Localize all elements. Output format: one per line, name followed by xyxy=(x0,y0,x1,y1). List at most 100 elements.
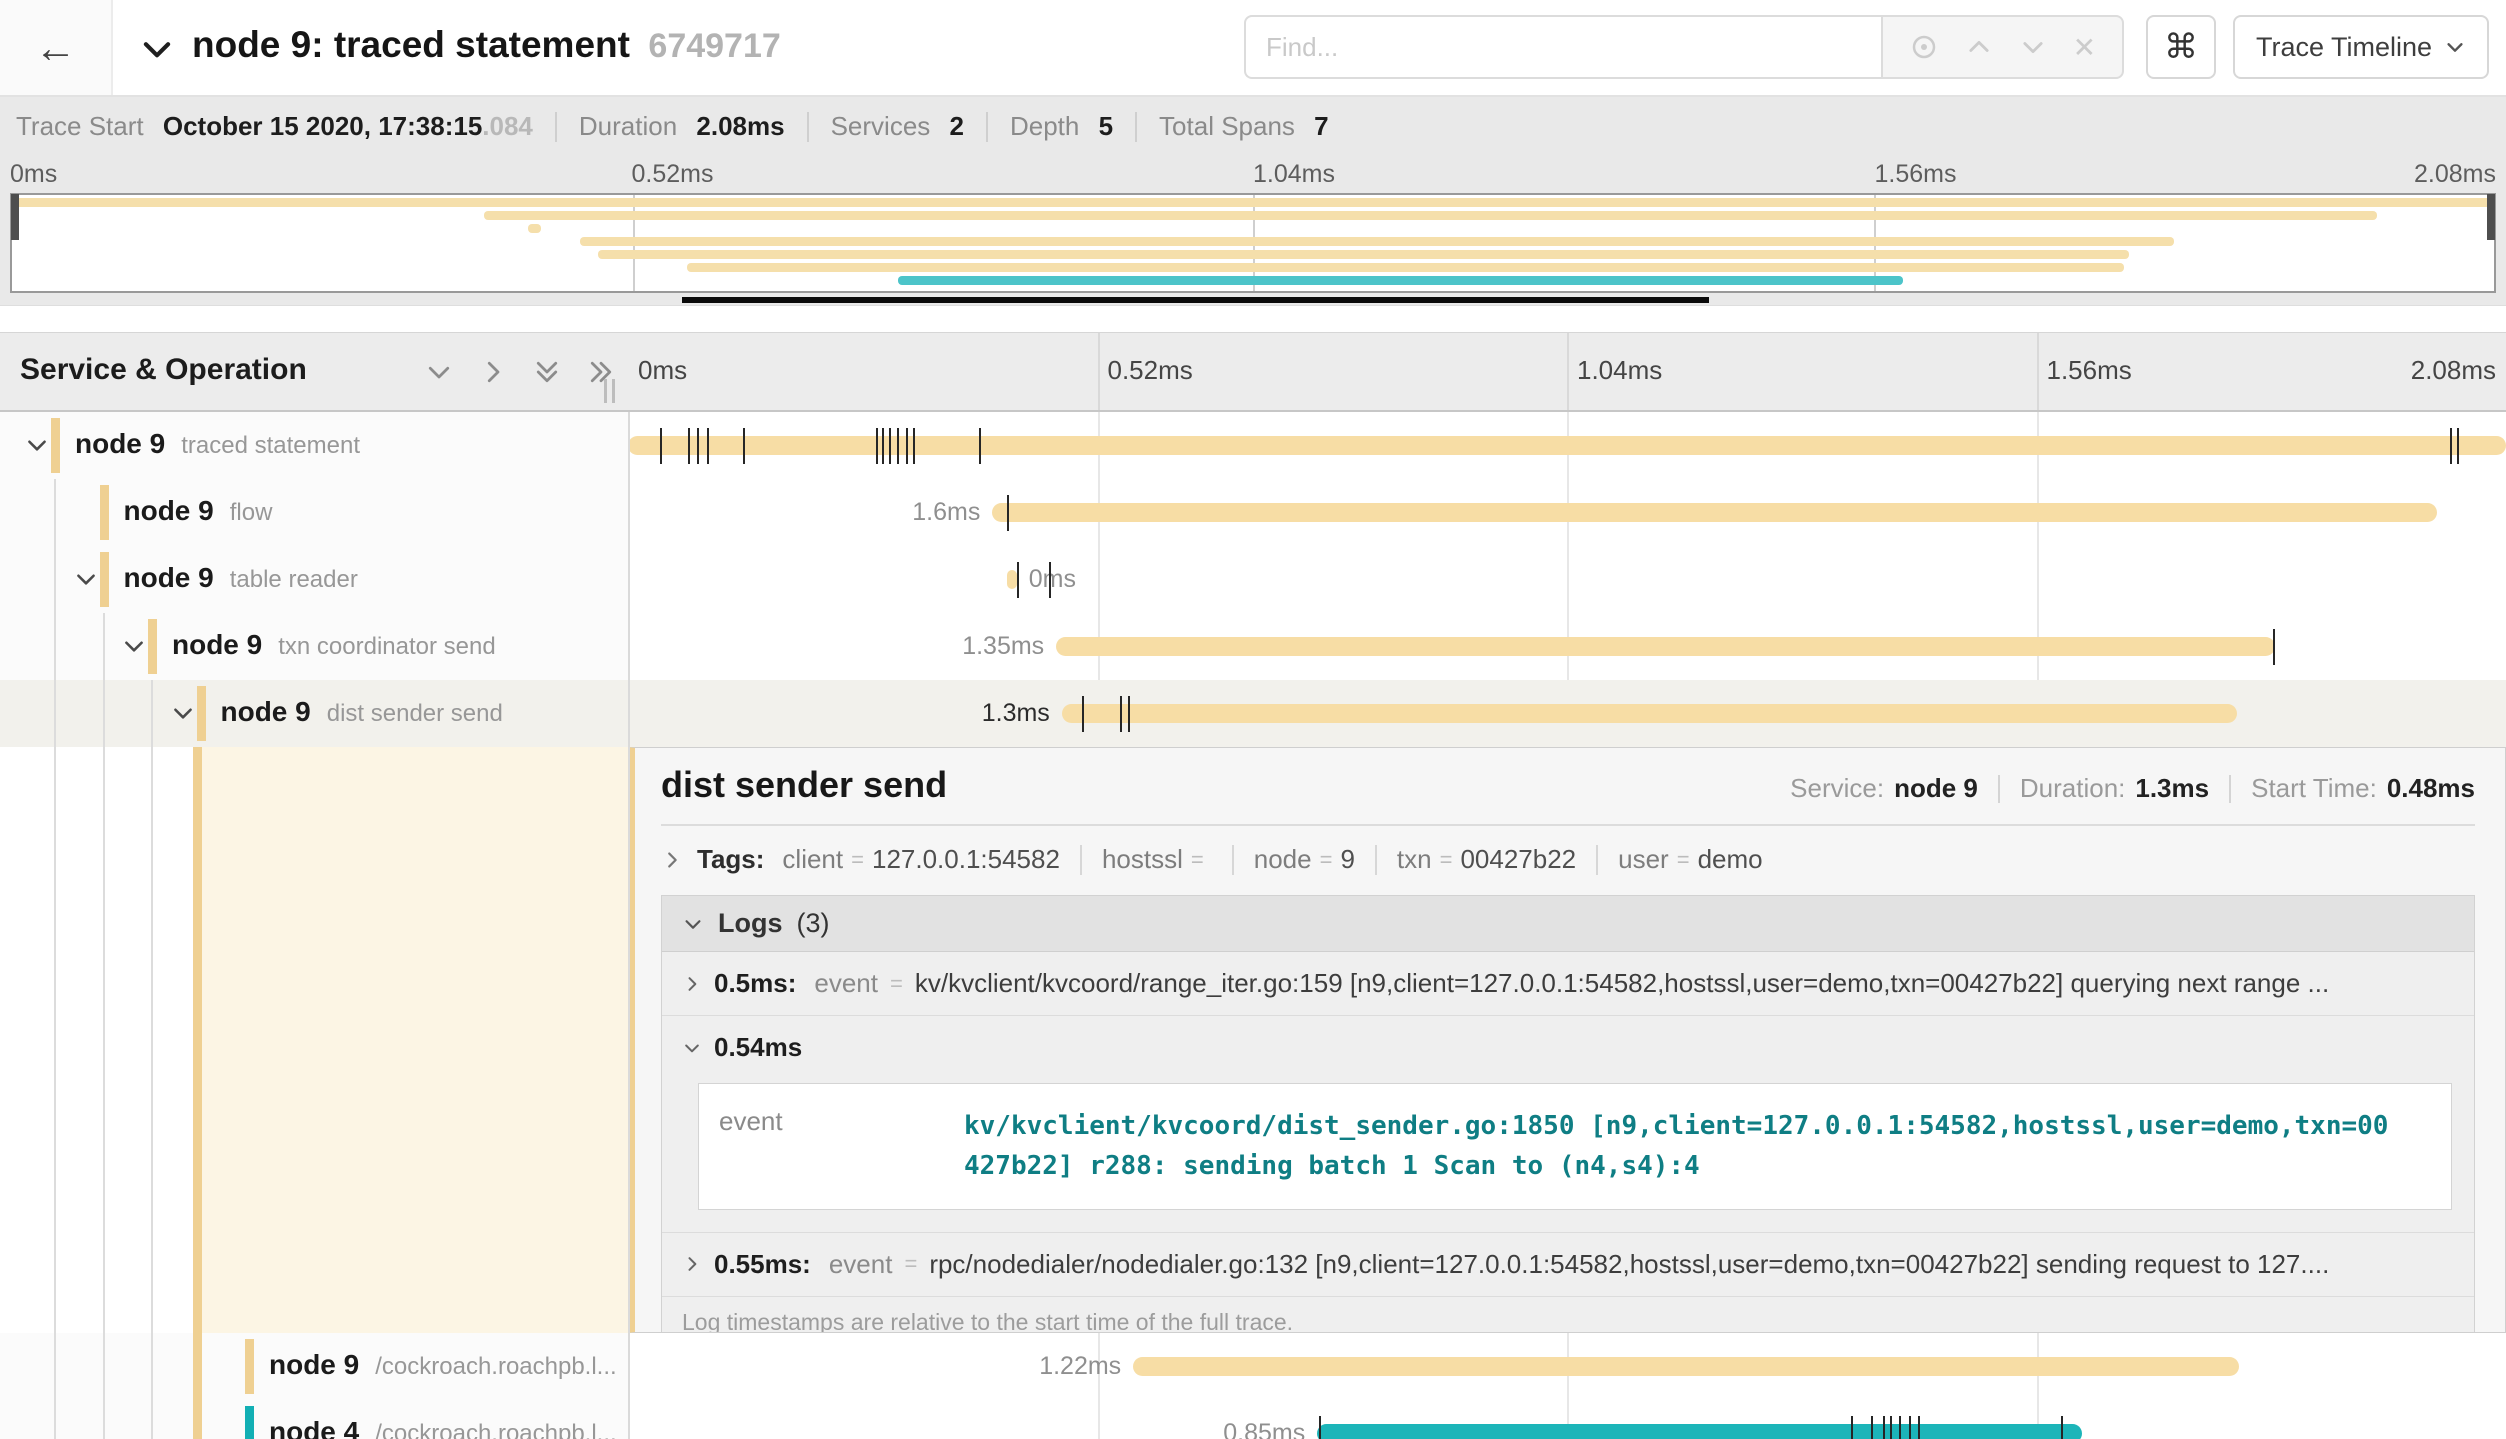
span-row-timeline-cell[interactable]: 0.85ms xyxy=(628,1400,2506,1439)
find-input[interactable] xyxy=(1244,15,1881,79)
find-prev-icon[interactable] xyxy=(1965,33,1993,61)
log-entry-expanded[interactable]: 0.54ms xyxy=(662,1016,2474,1079)
log-marker-tick xyxy=(1918,1416,1920,1439)
collapse-all-icon[interactable] xyxy=(532,357,562,387)
span-expander-icon[interactable] xyxy=(170,700,196,726)
locate-icon[interactable] xyxy=(1909,32,1939,62)
span-duration-label: 1.6ms xyxy=(912,498,980,527)
keyboard-shortcuts-button[interactable]: ⌘ xyxy=(2146,15,2216,79)
log-marker-tick xyxy=(707,428,709,464)
meta-value: node 9 xyxy=(1894,773,1978,804)
service-color-swatch xyxy=(245,1339,254,1394)
log-marker-tick xyxy=(2457,428,2459,464)
span-row-tree-cell[interactable]: node 9dist sender send xyxy=(0,680,628,747)
summary-value-suffix: .084 xyxy=(482,111,533,141)
expand-one-icon[interactable] xyxy=(478,357,508,387)
find-next-icon[interactable] xyxy=(2019,33,2047,61)
minimap-right-handle[interactable] xyxy=(2487,194,2495,240)
span-bar[interactable] xyxy=(992,503,2436,522)
span-row[interactable]: node 9txn coordinator send1.35ms xyxy=(0,613,2506,680)
span-row-timeline-cell[interactable]: 1.22ms xyxy=(628,1333,2506,1400)
page-title: node 9: traced statement 6749717 xyxy=(192,24,781,66)
indent-guide xyxy=(54,747,56,1333)
active-indent-guide xyxy=(193,1333,202,1400)
tag-key: client xyxy=(782,844,843,875)
span-row[interactable]: node 4/cockroach.roachpb.l...0.85ms xyxy=(0,1400,2506,1439)
span-bar[interactable] xyxy=(1317,1424,2081,1439)
span-row[interactable]: node 9/cockroach.roachpb.l...1.22ms xyxy=(0,1333,2506,1400)
span-bar[interactable] xyxy=(1056,637,2275,656)
tag-key: hostssl xyxy=(1102,844,1183,875)
minimap-tick-label: 1.04ms xyxy=(1253,160,1335,189)
span-bar[interactable] xyxy=(628,436,2506,455)
chevron-down-icon xyxy=(682,1038,702,1058)
span-row-timeline-cell[interactable] xyxy=(628,412,2506,479)
span-row-timeline-cell[interactable]: 0ms xyxy=(628,546,2506,613)
trace-collapse-icon[interactable] xyxy=(138,30,176,68)
minimap-scroll-indicator[interactable] xyxy=(682,297,1709,303)
span-expander-icon[interactable] xyxy=(24,432,50,458)
equals-sign: = xyxy=(1191,847,1204,873)
span-rows: node 9traced statementnode 9flow1.6msnod… xyxy=(0,412,2506,1439)
log-marker-tick xyxy=(979,428,981,464)
ruler-tick-label: 2.08ms xyxy=(2411,355,2496,386)
log-entry[interactable]: 0.5ms: event = kv/kvclient/kvcoord/range… xyxy=(662,952,2474,1016)
collapse-controls xyxy=(424,357,616,387)
collapse-one-icon[interactable] xyxy=(424,357,454,387)
span-expander-icon[interactable] xyxy=(73,566,99,592)
find-tools: ✕ xyxy=(1881,15,2124,79)
span-row[interactable]: node 9dist sender send 1.3ms xyxy=(0,680,2506,747)
equals-sign: = xyxy=(1320,847,1333,873)
ruler-tick-label: 0ms xyxy=(638,355,687,386)
span-row-labels: node 9traced statement xyxy=(75,428,360,460)
span-row-tree-cell[interactable]: node 4/cockroach.roachpb.l... xyxy=(0,1400,628,1439)
logs-section: Logs (3) 0.5ms: event = kv/kvclient/kvco… xyxy=(661,895,2475,1333)
span-row[interactable]: node 9flow 1.6ms xyxy=(0,479,2506,546)
back-button[interactable]: ← xyxy=(0,0,113,95)
span-duration-label: 1.3ms xyxy=(982,699,1050,728)
minimap-canvas[interactable] xyxy=(10,193,2496,293)
view-selector-button[interactable]: Trace Timeline xyxy=(2233,15,2489,79)
minimap-span-bar xyxy=(484,211,2378,220)
minimap-tick-label: 2.08ms xyxy=(2414,160,2496,189)
span-bar[interactable] xyxy=(1007,570,1016,589)
log-marker-tick xyxy=(1890,1416,1892,1439)
service-name: node 9 xyxy=(75,428,165,459)
column-divider[interactable] xyxy=(628,412,630,1439)
span-row-timeline-cell[interactable]: 1.6ms xyxy=(628,479,2506,546)
summary-item: Depth 5 xyxy=(1010,111,1113,142)
span-row-tree-cell[interactable]: node 9table reader xyxy=(0,546,628,613)
span-bar[interactable] xyxy=(1062,704,2238,723)
span-row-timeline-cell[interactable]: 1.35ms xyxy=(628,613,2506,680)
log-marker-tick xyxy=(2450,428,2452,464)
span-detail-row: dist sender send Service:node 9Duration:… xyxy=(0,747,2506,1333)
span-row-tree-cell[interactable]: node 9/cockroach.roachpb.l... xyxy=(0,1333,628,1400)
summary-separator xyxy=(986,112,988,142)
span-row-tree-cell[interactable]: node 9flow xyxy=(0,479,628,546)
chevron-down-icon xyxy=(2444,36,2466,58)
summary-value: 5 xyxy=(1099,111,1113,141)
active-indent-guide xyxy=(193,1400,202,1439)
tag-separator xyxy=(1596,845,1598,875)
find-clear-icon[interactable]: ✕ xyxy=(2073,31,2096,64)
span-row-labels: node 9table reader xyxy=(124,562,358,594)
tags-row[interactable]: Tags: client=127.0.0.1:54582hostssl=node… xyxy=(661,844,2475,875)
span-row-tree-cell[interactable]: node 9traced statement xyxy=(0,412,628,479)
tags-label: Tags: xyxy=(697,844,764,875)
minimap-left-handle[interactable] xyxy=(11,194,19,240)
span-row[interactable]: node 9traced statement xyxy=(0,412,2506,479)
span-row-tree-cell[interactable]: node 9txn coordinator send xyxy=(0,613,628,680)
log-entry[interactable]: 0.55ms: event = rpc/nodedialer/nodediale… xyxy=(662,1232,2474,1297)
summary-value: 2 xyxy=(950,111,964,141)
column-resize-handle[interactable] xyxy=(604,379,615,403)
span-expander-icon[interactable] xyxy=(121,633,147,659)
logs-header[interactable]: Logs (3) xyxy=(662,896,2474,952)
span-row[interactable]: node 9table reader 0ms xyxy=(0,546,2506,613)
operation-name: /cockroach.roachpb.l... xyxy=(375,1353,616,1380)
log-marker-tick xyxy=(1871,1416,1873,1439)
span-bar[interactable] xyxy=(1133,1357,2239,1376)
span-row-timeline-cell[interactable]: 1.3ms xyxy=(628,680,2506,747)
equals-sign: = xyxy=(904,1251,917,1277)
service-color-swatch xyxy=(100,552,109,607)
log-marker-tick xyxy=(1120,696,1122,732)
